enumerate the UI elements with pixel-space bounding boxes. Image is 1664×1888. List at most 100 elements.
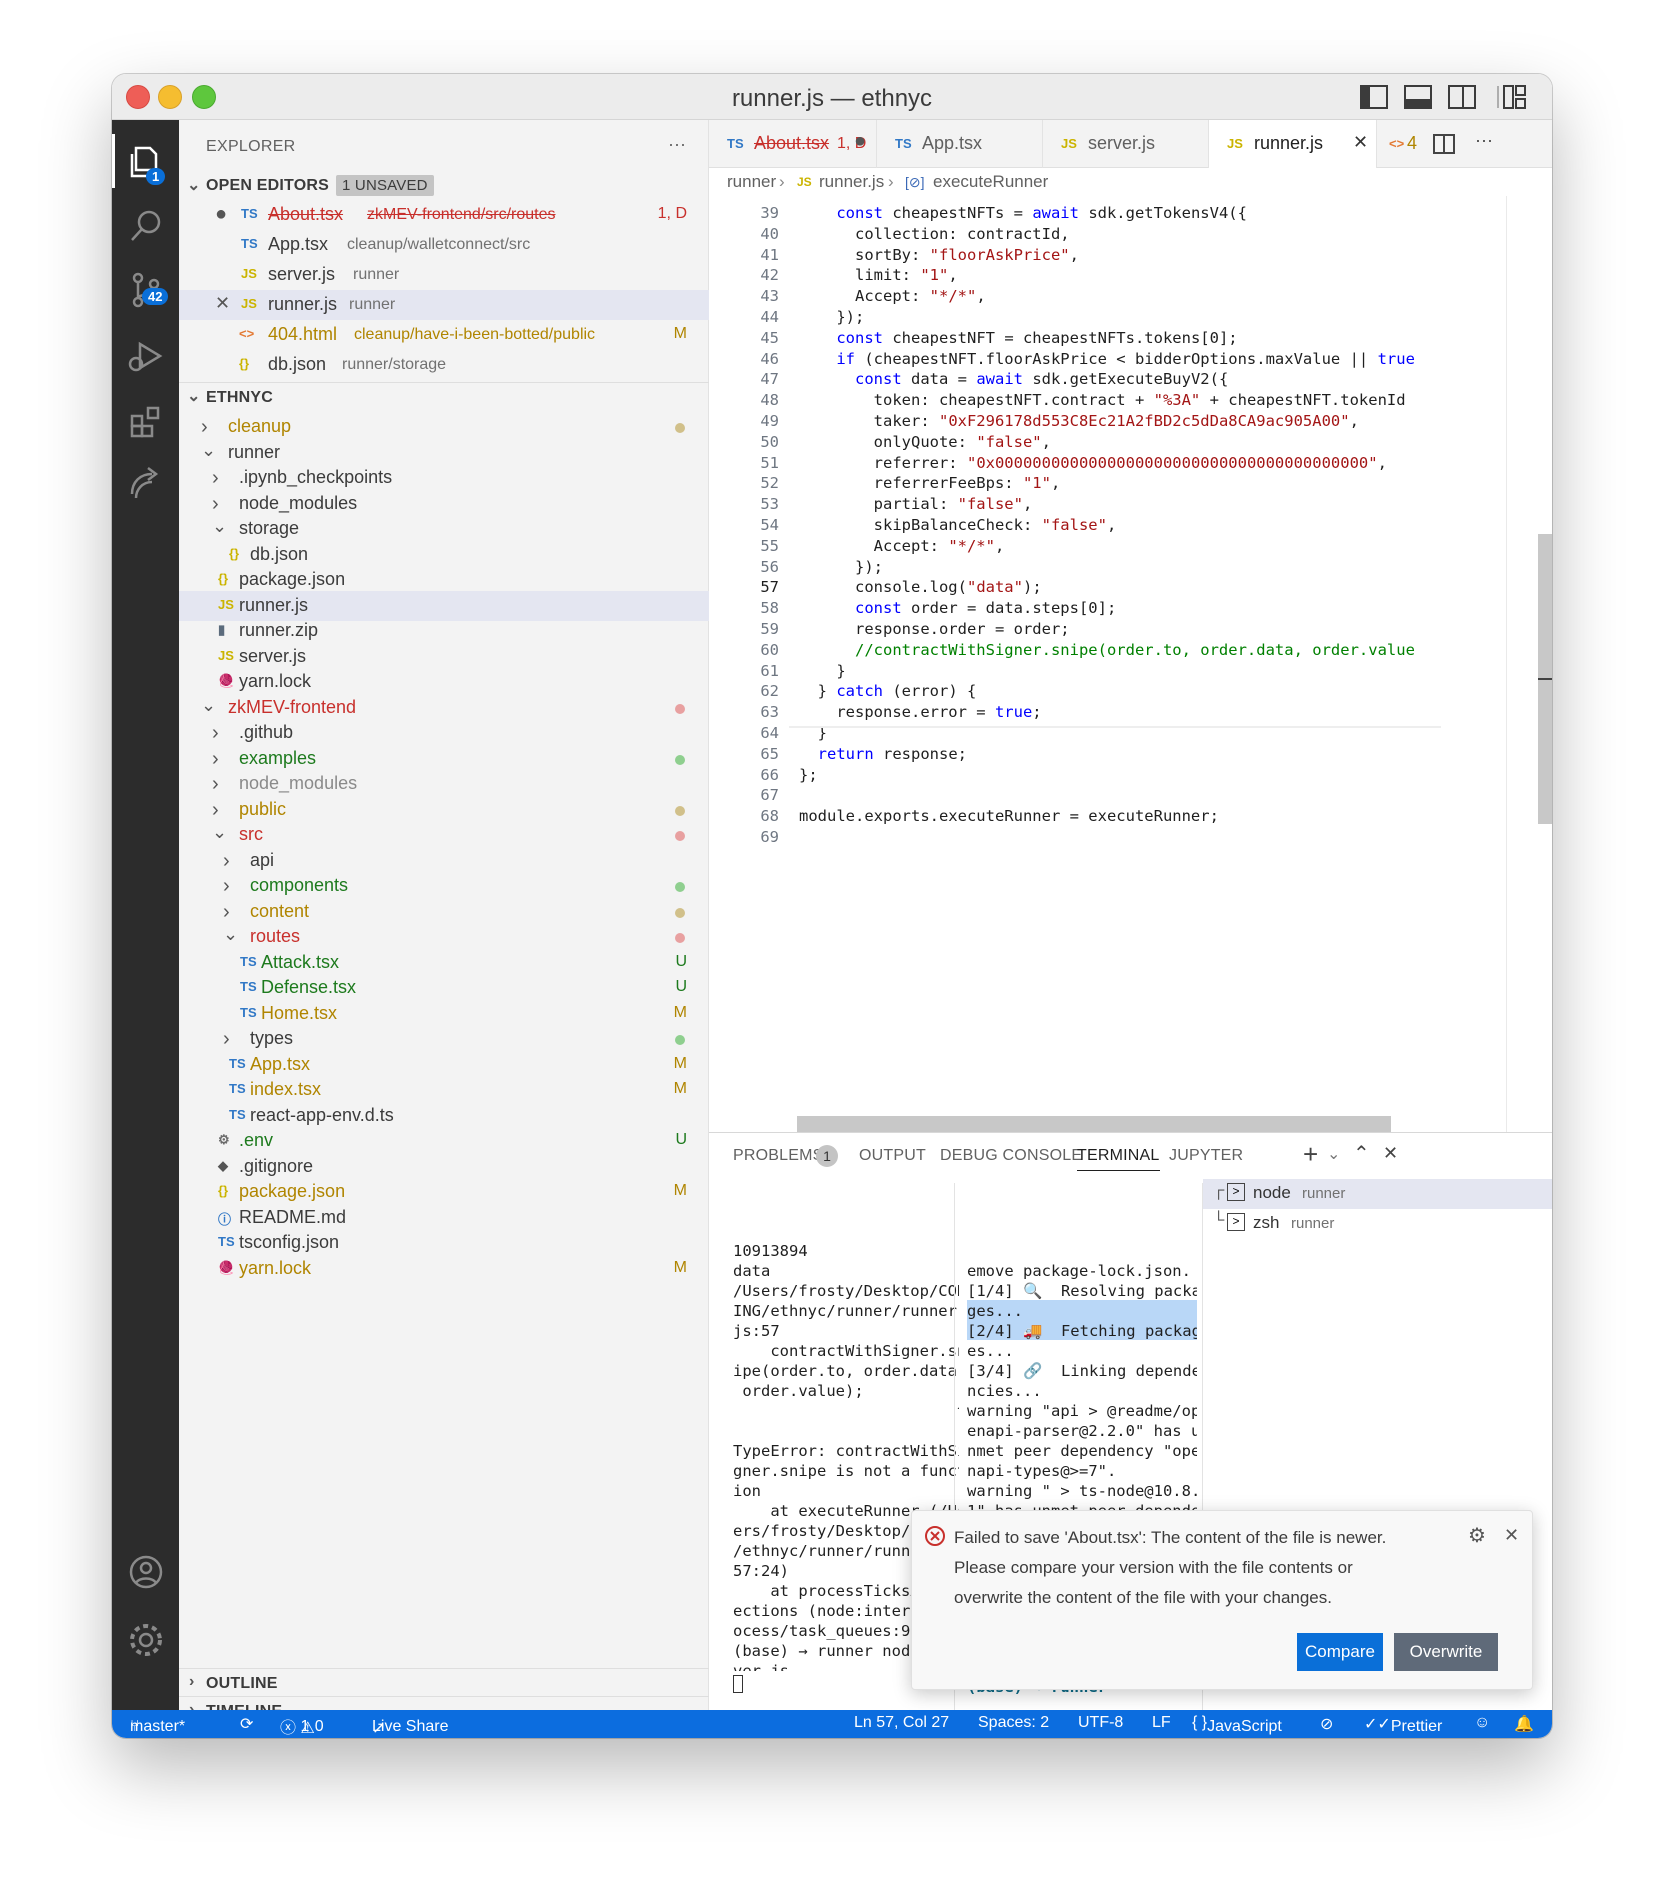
feedback-icon[interactable]: ☺: [1474, 1714, 1490, 1732]
close-panel-icon[interactable]: ✕: [1383, 1143, 1398, 1164]
maximize-panel-icon[interactable]: ⌃: [1353, 1141, 1370, 1166]
outline-header[interactable]: › OUTLINE: [179, 1668, 709, 1696]
run-debug-icon[interactable]: [126, 336, 166, 376]
live-share-label: Live Share: [372, 1718, 449, 1735]
tab-app[interactable]: TS App.tsx: [877, 120, 1043, 168]
git-status: M: [673, 1054, 687, 1072]
more-actions-icon[interactable]: ···: [1475, 130, 1493, 151]
tab-terminal[interactable]: TERMINAL: [1077, 1147, 1160, 1171]
error-notification: Failed to save 'About.tsx': The content …: [911, 1510, 1533, 1690]
horizontal-scrollbar[interactable]: [797, 1116, 1391, 1132]
error-icon: [925, 1526, 945, 1546]
prettier-status[interactable]: ✓✓ Prettier: [1364, 1714, 1442, 1735]
breadcrumb-folder[interactable]: runner: [727, 172, 776, 192]
line-number: 49: [760, 412, 779, 430]
git-status-dot: [675, 882, 685, 892]
open-editor-item[interactable]: <> 404.html cleanup/have-i-been-botted/p…: [179, 320, 709, 350]
line-number: 66: [760, 765, 779, 784]
tab-server[interactable]: JS server.js: [1043, 120, 1209, 168]
tab-debug-console[interactable]: DEBUG CONSOLE: [940, 1147, 1082, 1165]
line-number: 57: [760, 578, 779, 597]
git-status-dot: [675, 703, 685, 714]
line-number: 60: [760, 640, 779, 659]
tab-about[interactable]: TS About.tsx 1, D ●: [709, 120, 877, 168]
accounts-icon[interactable]: [126, 1552, 166, 1592]
tab-jupyter[interactable]: JUPYTER: [1169, 1147, 1243, 1165]
tab-problems[interactable]: PROBLEMS: [733, 1147, 824, 1165]
split-editor-icon[interactable]: [1433, 134, 1455, 154]
chevron-right-icon: ›: [212, 747, 219, 770]
git-status: U: [675, 952, 687, 970]
tab-label: 4: [1407, 133, 1418, 153]
activity-bar: 1 42: [112, 120, 179, 1710]
open-editor-item[interactable]: ● TS About.tsx zkMEV-frontend/src/routes…: [179, 200, 709, 230]
search-icon[interactable]: [126, 206, 166, 246]
open-editor-name: 404.html: [268, 324, 338, 344]
breadcrumb-symbol[interactable]: executeRunner: [933, 172, 1048, 192]
tree-item-label: tsconfig.json: [239, 1232, 340, 1252]
prettier-label: Prettier: [1390, 1718, 1443, 1735]
unsaved-dot-icon[interactable]: ●: [854, 130, 866, 153]
line-number: 65: [760, 744, 779, 763]
overwrite-button[interactable]: Overwrite: [1394, 1633, 1498, 1671]
sync-icon[interactable]: ⟳: [240, 1714, 253, 1734]
open-editors-label: OPEN EDITORS: [206, 177, 330, 194]
file-type-icon: {}: [218, 1183, 229, 1198]
json-file-icon: {}: [239, 356, 250, 371]
code-line: token: cheapestNFT.contract + "%3A" + ch…: [799, 391, 1406, 410]
customize-layout-icon[interactable]: [1496, 84, 1526, 110]
tab-label: App.tsx: [922, 133, 983, 153]
workspace-header[interactable]: ⌄ ETHNYC: [179, 382, 709, 410]
breadcrumb-file[interactable]: runner.js: [819, 172, 884, 192]
close-icon[interactable]: ✕: [215, 293, 230, 314]
problems-status[interactable]: ⓧ 1 ⚠ 0: [280, 1714, 324, 1738]
tree-item-label: yarn.lock: [239, 1257, 312, 1278]
indentation[interactable]: Spaces: 2: [978, 1714, 1049, 1732]
line-number: 53: [760, 495, 779, 514]
open-editor-item[interactable]: JS server.js runner: [179, 260, 709, 290]
explorer-more-button[interactable]: ···: [668, 134, 686, 155]
git-status: M: [673, 1003, 687, 1021]
encoding[interactable]: UTF-8: [1078, 1714, 1123, 1732]
tab-output[interactable]: OUTPUT: [859, 1147, 926, 1165]
file-type-icon: 🧶: [218, 1259, 235, 1275]
tree-file-item[interactable]: 🧶 yarn.lock M: [179, 1254, 709, 1284]
terminal-list-item-active[interactable]: ┌ > node runner: [1203, 1179, 1552, 1209]
git-status-dot: [675, 805, 685, 816]
toggle-secondary-sidebar-icon[interactable]: [1448, 84, 1476, 110]
code-line: });: [799, 557, 883, 576]
tab-runner-active[interactable]: JS runner.js ✕: [1209, 120, 1377, 168]
tree-connector: ┌: [1213, 1182, 1225, 1199]
compare-button[interactable]: Compare: [1297, 1633, 1383, 1671]
git-status: U: [675, 1131, 687, 1148]
notification-settings-gear-icon[interactable]: ⚙: [1468, 1523, 1486, 1548]
remote-explorer-icon[interactable]: [126, 464, 166, 504]
open-editors-header[interactable]: ⌄ OPEN EDITORS 1 UNSAVED: [179, 172, 709, 200]
new-terminal-icon[interactable]: +: [1303, 1139, 1318, 1170]
tab-overflow[interactable]: <> 4: [1377, 120, 1417, 168]
settings-gear-icon[interactable]: [126, 1620, 166, 1660]
code-editor[interactable]: 39 const cheapestNFTs = await sdk.getTok…: [709, 196, 1552, 1132]
line-number: 64: [760, 724, 779, 742]
line-ending[interactable]: LF: [1152, 1714, 1171, 1732]
language-mode[interactable]: { } JavaScript: [1192, 1714, 1282, 1735]
copilot-icon[interactable]: ⊘: [1320, 1714, 1333, 1734]
close-icon[interactable]: ✕: [1504, 1525, 1519, 1546]
notifications-bell-icon[interactable]: 🔔: [1514, 1714, 1534, 1734]
close-icon[interactable]: ✕: [1353, 132, 1368, 153]
language-label: JavaScript: [1207, 1718, 1282, 1735]
toggle-sidebar-icon[interactable]: [1360, 84, 1388, 110]
extensions-icon[interactable]: [126, 402, 166, 442]
chevron-down-icon: ⌄: [212, 822, 228, 842]
notification-line: Please compare your version with the fil…: [954, 1558, 1353, 1577]
unsaved-dot-icon: ●: [215, 203, 228, 225]
cursor-position[interactable]: Ln 57, Col 27: [854, 1714, 949, 1732]
open-editor-item[interactable]: TS App.tsx cleanup/walletconnect/src: [179, 230, 709, 260]
open-editor-item[interactable]: {} db.json runner/storage: [179, 350, 709, 380]
open-editor-item-active[interactable]: ✕ JS runner.js runner: [179, 290, 709, 320]
toggle-panel-icon[interactable]: [1404, 84, 1432, 110]
git-status-dot: [675, 933, 685, 943]
terminal-list-item[interactable]: └ > zsh runner: [1203, 1209, 1552, 1239]
chevron-down-icon[interactable]: ⌄: [1327, 1144, 1340, 1164]
line-number: 54: [760, 516, 779, 534]
